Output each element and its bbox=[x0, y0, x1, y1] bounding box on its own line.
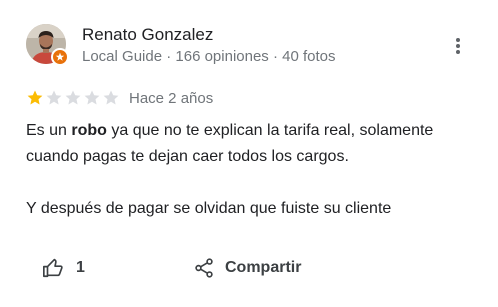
more-options-button[interactable] bbox=[446, 34, 470, 58]
more-vert-icon bbox=[456, 38, 460, 54]
rating-row: Hace 2 años bbox=[26, 88, 213, 108]
review-date: Hace 2 años bbox=[129, 89, 214, 107]
share-button[interactable]: Compartir bbox=[193, 254, 301, 282]
reviewer-meta: Local Guide · 166 opiniones · 40 fotos bbox=[82, 48, 336, 65]
reviewer-name[interactable]: Renato Gonzalez bbox=[82, 25, 213, 45]
share-label: Compartir bbox=[225, 259, 302, 276]
thumb-up-icon bbox=[43, 258, 63, 278]
review-actions: 1 Compartir bbox=[0, 254, 498, 282]
local-guide-badge-icon bbox=[51, 48, 69, 66]
star-rating bbox=[26, 89, 121, 107]
review-paragraph-1: Es un robo ya que no te explican la tari… bbox=[26, 118, 486, 170]
review-text: Es un robo ya que no te explican la tari… bbox=[26, 118, 486, 222]
star-empty-icon bbox=[46, 90, 62, 105]
like-button[interactable]: 1 bbox=[42, 254, 85, 282]
review-paragraph-2: Y después de pagar se olvidan que fuiste… bbox=[26, 200, 392, 217]
share-icon bbox=[195, 258, 213, 278]
star-filled-icon bbox=[27, 90, 43, 105]
review-text-segment: Es un bbox=[26, 122, 72, 139]
star-empty-icon bbox=[65, 90, 81, 105]
star-empty-icon bbox=[103, 90, 119, 105]
like-count: 1 bbox=[76, 259, 85, 276]
star-empty-icon bbox=[84, 90, 100, 105]
reviewer-avatar-wrapper[interactable] bbox=[26, 24, 69, 66]
review-highlight-word: robo bbox=[71, 122, 107, 139]
